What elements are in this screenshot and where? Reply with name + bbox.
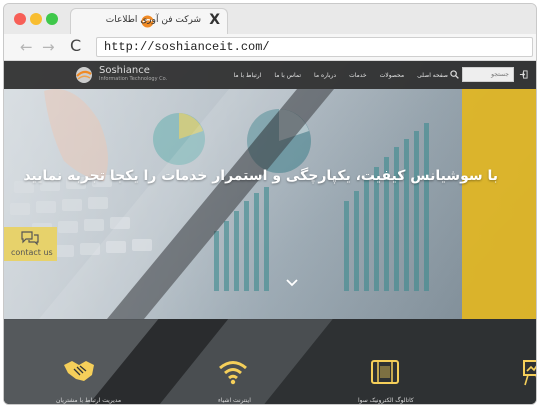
search-input[interactable] <box>462 67 514 82</box>
feature-label-iot: اینترنت اشیاء <box>218 397 251 404</box>
contact-us-label: contact us <box>11 248 53 257</box>
site-navbar: Soshiance Information Technology Co. صفح… <box>4 61 536 89</box>
contact-us-button[interactable]: contact us <box>4 227 57 261</box>
close-window-button[interactable] <box>14 13 26 25</box>
browser-window: شرکت فن آوری اطلاعات X ← → C http://sosh… <box>3 3 537 405</box>
menu-item-services[interactable]: خدمات <box>349 72 367 79</box>
chevron-down-icon[interactable] <box>286 279 298 287</box>
easel-chart-icon[interactable] <box>522 359 536 387</box>
minimize-window-button[interactable] <box>30 13 42 25</box>
menu-item-products[interactable]: محصولات <box>380 72 404 79</box>
menu-item-about[interactable]: درباره ما <box>314 72 336 79</box>
hero-headline: با سوشیانس کیفیت، یکپارچگی و استمرار خدم… <box>23 168 498 184</box>
login-icon[interactable] <box>519 70 528 79</box>
feature-label-crm: مدیریت ارتباط با مشتریان <box>56 397 122 404</box>
tab-close-icon[interactable]: X <box>209 12 220 28</box>
menu-item-connect[interactable]: ارتباط با ما <box>234 72 262 79</box>
accent-strip <box>462 89 536 319</box>
logo-subtitle: Information Technology Co. <box>99 76 168 82</box>
hero-background: Soshiance Information Technology Co. صفح… <box>4 61 536 319</box>
handshake-icon[interactable] <box>62 357 96 385</box>
browser-toolbar: ← → C http://soshianceit.com/ <box>4 34 536 61</box>
browser-titlebar: شرکت فن آوری اطلاعات X <box>4 4 536 35</box>
logo-name[interactable]: Soshiance <box>99 65 150 76</box>
hero-photo-decoration <box>10 89 429 319</box>
url-text: http://soshianceit.com/ <box>104 40 270 54</box>
wifi-icon[interactable] <box>218 359 248 385</box>
logo-icon[interactable] <box>74 65 94 85</box>
menu-item-contact[interactable]: تماس با ما <box>274 72 301 79</box>
browser-tab[interactable]: شرکت فن آوری اطلاعات X <box>70 8 228 35</box>
maximize-window-button[interactable] <box>46 13 58 25</box>
feature-label-catalog: کاتالوگ الکترونیک سوا <box>358 397 414 404</box>
address-bar[interactable]: http://soshianceit.com/ <box>96 37 533 57</box>
forward-arrow-icon[interactable]: → <box>42 38 55 56</box>
website-viewport: Soshiance Information Technology Co. صفح… <box>4 61 536 404</box>
chat-bubbles-icon <box>21 231 39 246</box>
tab-title: شرکت فن آوری اطلاعات <box>105 15 201 25</box>
search-icon[interactable] <box>450 70 459 79</box>
back-arrow-icon[interactable]: ← <box>20 38 33 56</box>
film-strip-icon[interactable] <box>370 359 400 385</box>
main-menu: صفحه اصلی محصولات خدمات درباره ما تماس ب… <box>234 61 448 89</box>
menu-item-home[interactable]: صفحه اصلی <box>417 72 448 79</box>
reload-icon[interactable]: C <box>70 37 81 55</box>
